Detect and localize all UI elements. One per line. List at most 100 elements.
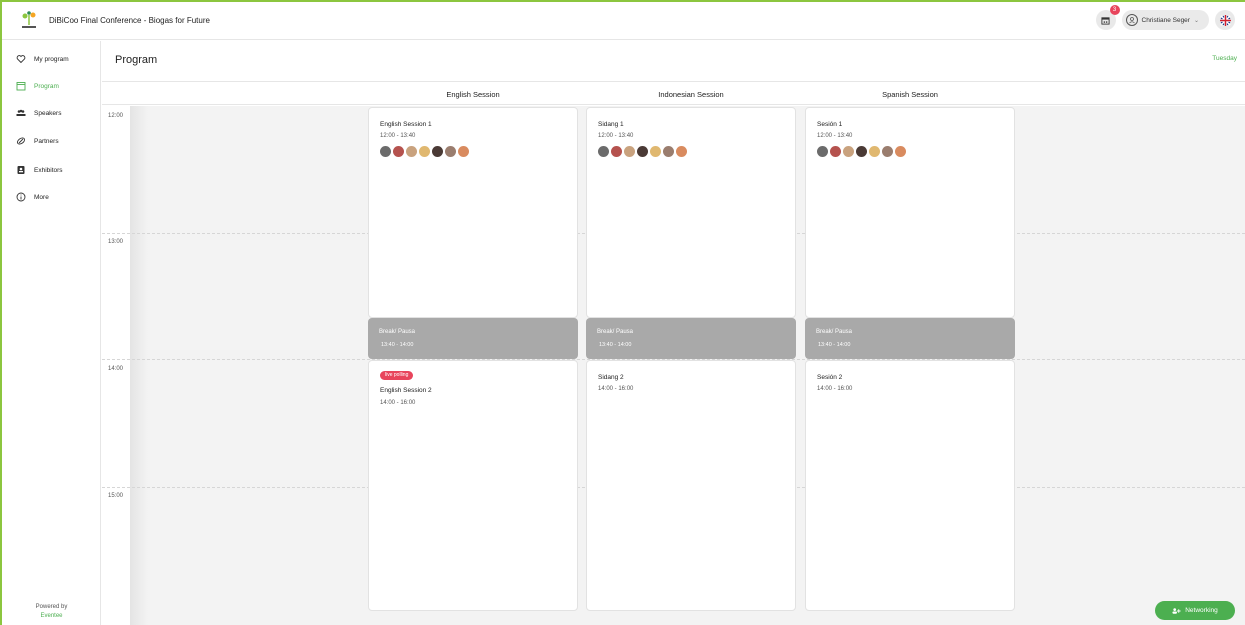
- session-columns-header: English Session Indonesian Session Spani…: [102, 81, 1245, 105]
- speaker-avatar[interactable]: [624, 146, 635, 157]
- session-time: 14:00 - 16:00: [598, 386, 634, 392]
- speaker-avatar[interactable]: [856, 146, 867, 157]
- column-header-spanish: Spanish Session: [882, 90, 938, 99]
- column-header-english: English Session: [446, 90, 500, 99]
- link-icon: [16, 137, 26, 145]
- sidebar-item-label: Speakers: [34, 109, 62, 117]
- break-title: Break/ Pausa: [597, 329, 634, 335]
- people-icon: [16, 109, 26, 116]
- session-time: 14:00 - 16:00: [817, 386, 853, 392]
- page-title: Program: [115, 54, 158, 66]
- calendar-icon: [1101, 16, 1110, 25]
- column-header-indonesian: Indonesian Session: [658, 90, 724, 99]
- session-title: Sidang 2: [598, 374, 624, 381]
- app-title: DiBiCoo Final Conference - Biogas for Fu…: [49, 16, 210, 25]
- session-title: Sesión 1: [817, 121, 843, 128]
- session-time: 12:00 - 13:40: [817, 133, 853, 139]
- session-card[interactable]: Sesión 1 12:00 - 13:40: [805, 107, 1015, 318]
- notification-badge: 3: [1109, 5, 1120, 15]
- speaker-avatar[interactable]: [637, 146, 648, 157]
- powered-by-label: Powered by: [35, 604, 68, 610]
- speaker-avatar[interactable]: [676, 146, 687, 157]
- sidebar-item-label: My program: [34, 55, 69, 63]
- session-time: 12:00 - 13:40: [380, 133, 416, 139]
- hour-label: 14:00: [108, 366, 124, 372]
- networking-button[interactable]: Networking: [1155, 601, 1235, 620]
- break-card[interactable]: Break/ Pausa 13:40 - 14:00: [368, 318, 578, 359]
- speaker-avatar[interactable]: [663, 146, 674, 157]
- speaker-avatar[interactable]: [598, 146, 609, 157]
- session-title: English Session 1: [380, 121, 432, 128]
- info-icon: [16, 192, 26, 202]
- break-title: Break/ Pausa: [816, 329, 853, 335]
- session-time: 14:00 - 16:00: [380, 400, 416, 406]
- break-time: 13:40 - 14:00: [381, 342, 414, 348]
- break-card[interactable]: Break/ Pausa 13:40 - 14:00: [586, 318, 796, 359]
- sidebar-item-label: Program: [34, 82, 59, 90]
- chevron-down-icon: ⌄: [1193, 17, 1199, 24]
- session-card[interactable]: Sesión 2 14:00 - 16:00: [805, 360, 1015, 611]
- speaker-avatar[interactable]: [445, 146, 456, 157]
- uk-flag-icon: [1219, 14, 1231, 26]
- session-card[interactable]: Sidang 2 14:00 - 16:00: [586, 360, 796, 611]
- powered-by: Powered by Eventee: [2, 603, 101, 621]
- sidebar-item-label: Partners: [34, 137, 59, 145]
- sidebar-item-my-program[interactable]: My program: [16, 52, 69, 66]
- speaker-avatar[interactable]: [830, 146, 841, 157]
- session-title: English Session 2: [380, 387, 432, 394]
- my-calendar-button[interactable]: 3: [1095, 5, 1120, 30]
- hour-label: 13:00: [108, 239, 124, 245]
- speaker-avatars: [817, 146, 906, 157]
- session-card[interactable]: live polling English Session 2 14:00 - 1…: [368, 360, 578, 611]
- sidebar: My program Program Speakers Partners Exh…: [2, 41, 101, 625]
- speaker-avatar[interactable]: [869, 146, 880, 157]
- heart-icon: [16, 55, 26, 64]
- break-time: 13:40 - 14:00: [599, 342, 632, 348]
- sidebar-item-label: More: [34, 193, 49, 201]
- speaker-avatar[interactable]: [817, 146, 828, 157]
- break-card[interactable]: Break/ Pausa 13:40 - 14:00: [805, 318, 1015, 359]
- speaker-avatars: [598, 146, 687, 157]
- speaker-avatars: [380, 146, 469, 157]
- speaker-avatar[interactable]: [406, 146, 417, 157]
- user-menu-button[interactable]: Christiane Seger ⌄: [1121, 10, 1209, 30]
- speaker-avatar[interactable]: [843, 146, 854, 157]
- sidebar-item-label: Exhibitors: [34, 166, 63, 174]
- grid-shade: [130, 106, 148, 625]
- break-title: Break/ Pausa: [379, 329, 416, 335]
- speaker-avatar[interactable]: [458, 146, 469, 157]
- speaker-avatar[interactable]: [882, 146, 893, 157]
- language-selector-button[interactable]: [1215, 10, 1235, 30]
- session-title: Sesión 2: [817, 374, 843, 381]
- sidebar-item-partners[interactable]: Partners: [16, 134, 59, 148]
- sidebar-item-program[interactable]: Program: [16, 79, 59, 93]
- speaker-avatar[interactable]: [895, 146, 906, 157]
- networking-label: Networking: [1185, 607, 1218, 614]
- speaker-avatar[interactable]: [432, 146, 443, 157]
- speaker-avatar[interactable]: [419, 146, 430, 157]
- app-logo-icon[interactable]: [20, 11, 38, 31]
- session-time: 12:00 - 13:40: [598, 133, 634, 139]
- live-polling-badge: live polling: [380, 371, 414, 380]
- badge-icon: [17, 166, 25, 174]
- calendar-icon: [16, 82, 26, 91]
- speaker-avatar[interactable]: [650, 146, 661, 157]
- top-header: DiBiCoo Final Conference - Biogas for Fu…: [2, 2, 1245, 40]
- day-selector[interactable]: Tuesday: [1212, 55, 1237, 62]
- sidebar-item-exhibitors[interactable]: Exhibitors: [16, 163, 63, 177]
- speaker-avatar[interactable]: [393, 146, 404, 157]
- hour-label: 12:00: [108, 113, 124, 119]
- speaker-avatar[interactable]: [380, 146, 391, 157]
- session-card[interactable]: Sidang 1 12:00 - 13:40: [586, 107, 796, 318]
- speaker-avatar[interactable]: [611, 146, 622, 157]
- user-avatar-icon: [1125, 14, 1138, 26]
- session-title: Sidang 1: [598, 121, 624, 128]
- hour-label: 15:00: [108, 493, 124, 499]
- header-actions: 3 Christiane Seger ⌄: [1095, 5, 1235, 30]
- eventee-link[interactable]: Eventee: [2, 612, 101, 621]
- session-card[interactable]: English Session 1 12:00 - 13:40: [368, 107, 578, 318]
- sidebar-item-speakers[interactable]: Speakers: [16, 106, 61, 120]
- user-name: Christiane Seger: [1141, 16, 1190, 24]
- sidebar-item-more[interactable]: More: [16, 190, 49, 204]
- people-plus-icon: [1172, 607, 1181, 614]
